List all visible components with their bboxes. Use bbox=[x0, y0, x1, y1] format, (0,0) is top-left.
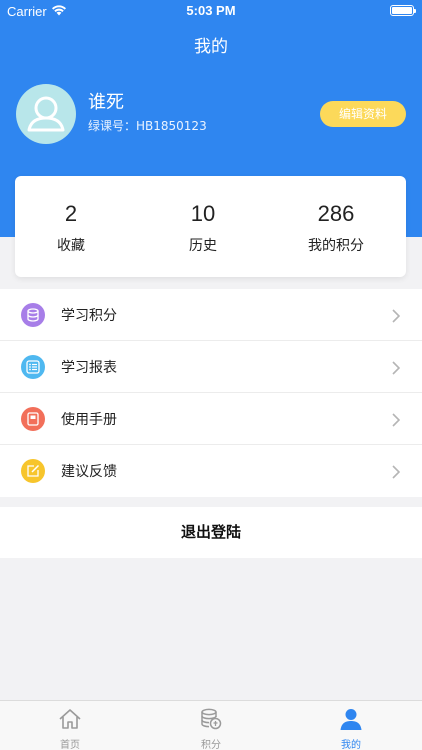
stat-value: 286 bbox=[317, 201, 355, 226]
chevron-right-icon bbox=[392, 308, 401, 327]
stat-label: 我的积分 bbox=[308, 238, 364, 254]
stat-label: 历史 bbox=[189, 238, 217, 254]
menu-item-label: 使用手册 bbox=[61, 412, 117, 428]
menu-item-label: 建议反馈 bbox=[61, 464, 117, 480]
menu-item-label: 学习积分 bbox=[61, 308, 117, 324]
menu-item-user-manual[interactable]: 使用手册 bbox=[0, 393, 422, 445]
list-icon bbox=[21, 355, 45, 379]
status-time: 5:03 PM bbox=[186, 3, 236, 18]
menu-item-study-points[interactable]: 学习积分 bbox=[0, 289, 422, 341]
stat-favorites[interactable]: 2 收藏 bbox=[11, 200, 131, 255]
coins-icon bbox=[201, 708, 222, 730]
tab-bar: 首页 积分 我的 bbox=[0, 700, 422, 750]
menu-item-study-report[interactable]: 学习报表 bbox=[0, 341, 422, 393]
tab-mine[interactable]: 我的 bbox=[281, 701, 421, 750]
menu-list: 学习积分 学习报表 使用手册 建议反馈 bbox=[0, 289, 422, 497]
logout-button[interactable]: 退出登陆 bbox=[0, 507, 422, 558]
tab-label: 积分 bbox=[201, 740, 221, 750]
menu-item-feedback[interactable]: 建议反馈 bbox=[0, 445, 422, 497]
chevron-right-icon bbox=[392, 464, 401, 483]
coins-icon bbox=[21, 303, 45, 327]
user-name: 谁死 bbox=[88, 92, 124, 113]
menu-item-label: 学习报表 bbox=[61, 360, 117, 376]
avatar[interactable] bbox=[16, 84, 76, 144]
stat-value: 10 bbox=[190, 201, 216, 226]
page-title: 我的 bbox=[194, 37, 228, 57]
stats-card: 2 收藏 10 历史 286 我的积分 bbox=[15, 176, 406, 277]
stat-points[interactable]: 286 我的积分 bbox=[276, 200, 396, 255]
book-icon bbox=[21, 407, 45, 431]
chevron-right-icon bbox=[392, 360, 401, 379]
edit-icon bbox=[21, 459, 45, 483]
tab-label: 首页 bbox=[60, 740, 80, 750]
user-id: 绿课号：HB1850123 bbox=[88, 119, 207, 133]
stat-history[interactable]: 10 历史 bbox=[143, 200, 263, 255]
battery-icon bbox=[390, 5, 416, 16]
home-icon bbox=[59, 709, 81, 729]
edit-profile-button[interactable]: 编辑资料 bbox=[320, 101, 406, 127]
tab-label: 我的 bbox=[341, 740, 361, 750]
chevron-right-icon bbox=[392, 412, 401, 431]
tab-home[interactable]: 首页 bbox=[0, 701, 140, 750]
user-icon bbox=[340, 709, 362, 730]
stat-value: 2 bbox=[64, 201, 78, 226]
user-icon bbox=[27, 96, 65, 132]
status-bar: Carrier 5:03 PM bbox=[0, 0, 422, 22]
tab-points[interactable]: 积分 bbox=[141, 701, 281, 750]
stat-label: 收藏 bbox=[57, 238, 85, 254]
